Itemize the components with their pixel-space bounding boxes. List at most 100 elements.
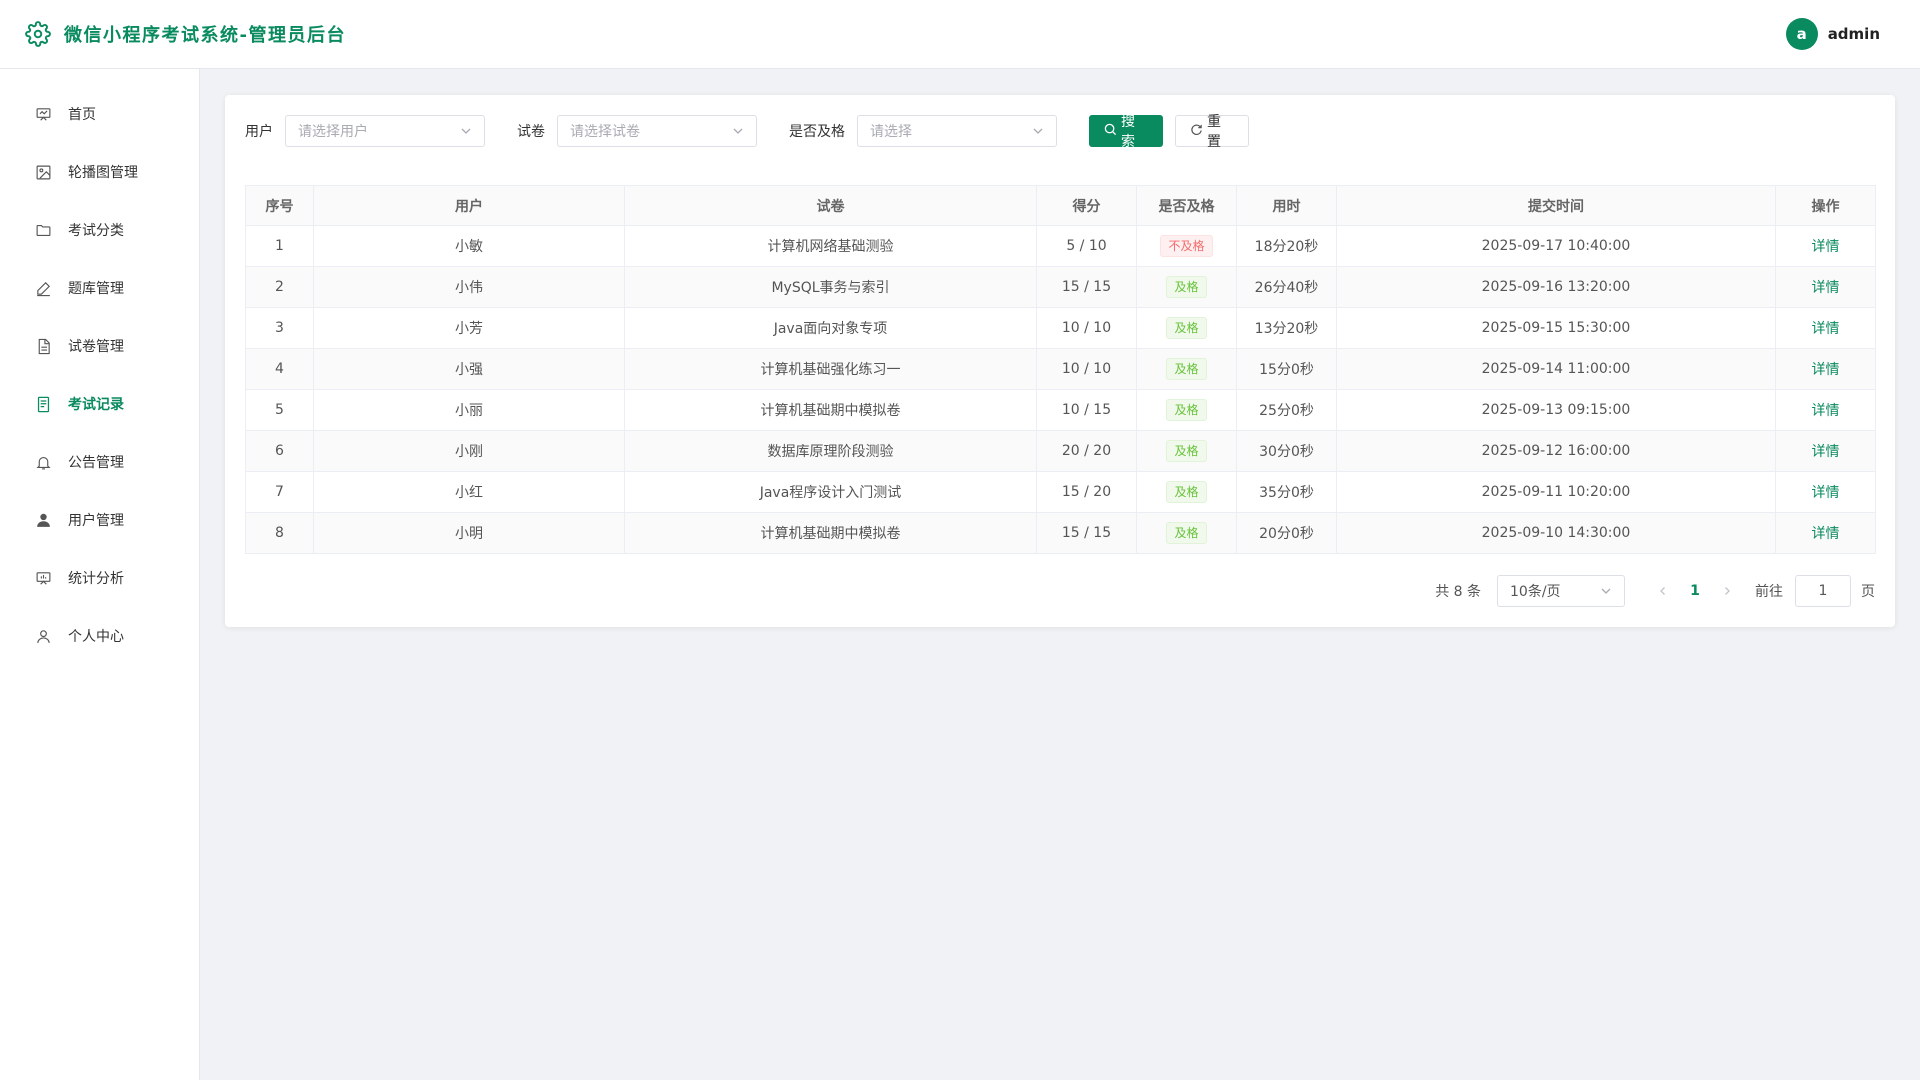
user-select-placeholder: 请选择用户 (298, 124, 368, 140)
cell-action: 详情 (1775, 430, 1876, 472)
table-row: 2 小伟 MySQL事务与索引 15 / 15 及格 26分40秒 2025-0… (245, 266, 1876, 308)
column-header: 序号 (245, 185, 314, 226)
sidebar-item-exam-records[interactable]: 考试记录 (0, 375, 199, 433)
user-select[interactable]: 请选择用户 (285, 115, 485, 147)
app-title: 微信小程序考试系统-管理员后台 (64, 25, 346, 46)
folder-icon (34, 221, 52, 239)
sidebar-item-carousel[interactable]: 轮播图管理 (0, 143, 199, 201)
cell-time: 2025-09-17 10:40:00 (1336, 225, 1776, 267)
goto-page-input[interactable] (1795, 575, 1851, 607)
cell-time: 2025-09-16 13:20:00 (1336, 266, 1776, 308)
cell-pass: 及格 (1136, 266, 1237, 308)
total-count: 共 8 条 (1435, 584, 1481, 600)
cell-time: 2025-09-14 11:00:00 (1336, 348, 1776, 390)
cell-pass: 及格 (1136, 389, 1237, 431)
search-button[interactable]: 搜索 (1089, 114, 1163, 150)
cell-no: 5 (245, 389, 314, 431)
cell-paper: MySQL事务与索引 (624, 266, 1037, 308)
column-header: 试卷 (624, 185, 1037, 226)
paper-select-placeholder: 请选择试卷 (570, 124, 640, 140)
user-filled-icon (34, 511, 52, 529)
cell-time: 2025-09-13 09:15:00 (1336, 389, 1776, 431)
sidebar-item-question-bank[interactable]: 题库管理 (0, 259, 199, 317)
record-document-icon (34, 395, 52, 413)
sidebar-item-paper[interactable]: 试卷管理 (0, 317, 199, 375)
cell-pass: 不及格 (1136, 225, 1237, 267)
status-badge: 不及格 (1160, 235, 1213, 257)
detail-link[interactable]: 详情 (1812, 280, 1840, 296)
status-badge: 及格 (1166, 317, 1207, 339)
sidebar-item-label: 考试分类 (68, 223, 124, 239)
refresh-icon (1190, 123, 1203, 140)
cell-action: 详情 (1775, 389, 1876, 431)
table-header-row: 序号 用户 试卷 得分 是否及格 用时 提交时间 操作 (245, 185, 1876, 226)
page-suffix: 页 (1861, 584, 1875, 600)
page-number[interactable]: 1 (1679, 575, 1711, 607)
detail-link[interactable]: 详情 (1812, 444, 1840, 460)
cell-action: 详情 (1775, 266, 1876, 308)
sidebar-item-label: 考试记录 (68, 397, 124, 413)
chevron-down-icon (732, 125, 744, 137)
status-badge: 及格 (1166, 276, 1207, 298)
detail-link[interactable]: 详情 (1812, 362, 1840, 378)
reset-button[interactable]: 重置 (1175, 114, 1249, 150)
user-menu[interactable]: a admin (1785, 18, 1880, 50)
paper-select[interactable]: 请选择试卷 (557, 115, 757, 147)
cell-no: 3 (245, 307, 314, 349)
cell-paper: Java面向对象专项 (624, 307, 1037, 349)
cell-pass: 及格 (1136, 307, 1237, 349)
gear-icon (24, 20, 52, 48)
detail-link[interactable]: 详情 (1812, 403, 1840, 419)
sidebar-item-statistics[interactable]: 统计分析 (0, 549, 199, 607)
page-size-value: 10条/页 (1510, 584, 1561, 600)
detail-link[interactable]: 详情 (1812, 526, 1840, 542)
top-header: 微信小程序考试系统-管理员后台 a admin (0, 0, 1920, 69)
pass-select-placeholder: 请选择 (870, 124, 912, 140)
cell-paper: 计算机基础期中模拟卷 (624, 512, 1037, 554)
table-row: 4 小强 计算机基础强化练习一 10 / 10 及格 15分0秒 2025-09… (245, 348, 1876, 390)
cell-time: 2025-09-12 16:00:00 (1336, 430, 1776, 472)
cell-pass: 及格 (1136, 348, 1237, 390)
user-name[interactable]: admin (1828, 25, 1880, 43)
sidebar-item-users[interactable]: 用户管理 (0, 491, 199, 549)
chart-board-icon (34, 569, 52, 587)
cell-pass: 及格 (1136, 430, 1237, 472)
sidebar-item-notice[interactable]: 公告管理 (0, 433, 199, 491)
cell-action: 详情 (1775, 471, 1876, 513)
cell-user: 小明 (313, 512, 625, 554)
detail-link[interactable]: 详情 (1812, 321, 1840, 337)
sidebar-item-category[interactable]: 考试分类 (0, 201, 199, 259)
sidebar-item-home[interactable]: 首页 (0, 85, 199, 143)
detail-link[interactable]: 详情 (1812, 239, 1840, 255)
pass-select[interactable]: 请选择 (857, 115, 1057, 147)
chevron-down-icon (1600, 585, 1612, 597)
cell-paper: 数据库原理阶段测验 (624, 430, 1037, 472)
detail-link[interactable]: 详情 (1812, 485, 1840, 501)
next-page-button[interactable] (1711, 575, 1743, 607)
image-icon (34, 163, 52, 181)
cell-user: 小敏 (313, 225, 625, 267)
cell-action: 详情 (1775, 512, 1876, 554)
table-row: 1 小敏 计算机网络基础测验 5 / 10 不及格 18分20秒 2025-09… (245, 225, 1876, 267)
chevron-right-icon (1725, 587, 1730, 595)
cell-paper: 计算机基础期中模拟卷 (624, 389, 1037, 431)
filter-bar: 用户 请选择用户 试卷 请选择试卷 是否及格 请选择 搜索 重置 (245, 114, 1249, 150)
column-header: 是否及格 (1136, 185, 1237, 226)
cell-user: 小芳 (313, 307, 625, 349)
page-size-select[interactable]: 10条/页 (1497, 575, 1625, 607)
cell-time: 2025-09-15 15:30:00 (1336, 307, 1776, 349)
status-badge: 及格 (1166, 522, 1207, 544)
cell-action: 详情 (1775, 307, 1876, 349)
cell-no: 7 (245, 471, 314, 513)
cell-duration: 35分0秒 (1236, 471, 1337, 513)
records-panel: 用户 请选择用户 试卷 请选择试卷 是否及格 请选择 搜索 重置 序号 用户 试… (225, 95, 1895, 627)
sidebar-item-label: 轮播图管理 (68, 165, 138, 181)
prev-page-button[interactable] (1647, 575, 1679, 607)
cell-paper: Java程序设计入门测试 (624, 471, 1037, 513)
document-icon (34, 337, 52, 355)
cell-duration: 20分0秒 (1236, 512, 1337, 554)
avatar[interactable]: a (1785, 18, 1818, 50)
cell-time: 2025-09-11 10:20:00 (1336, 471, 1776, 513)
sidebar-item-profile[interactable]: 个人中心 (0, 607, 199, 665)
cell-action: 详情 (1775, 225, 1876, 267)
